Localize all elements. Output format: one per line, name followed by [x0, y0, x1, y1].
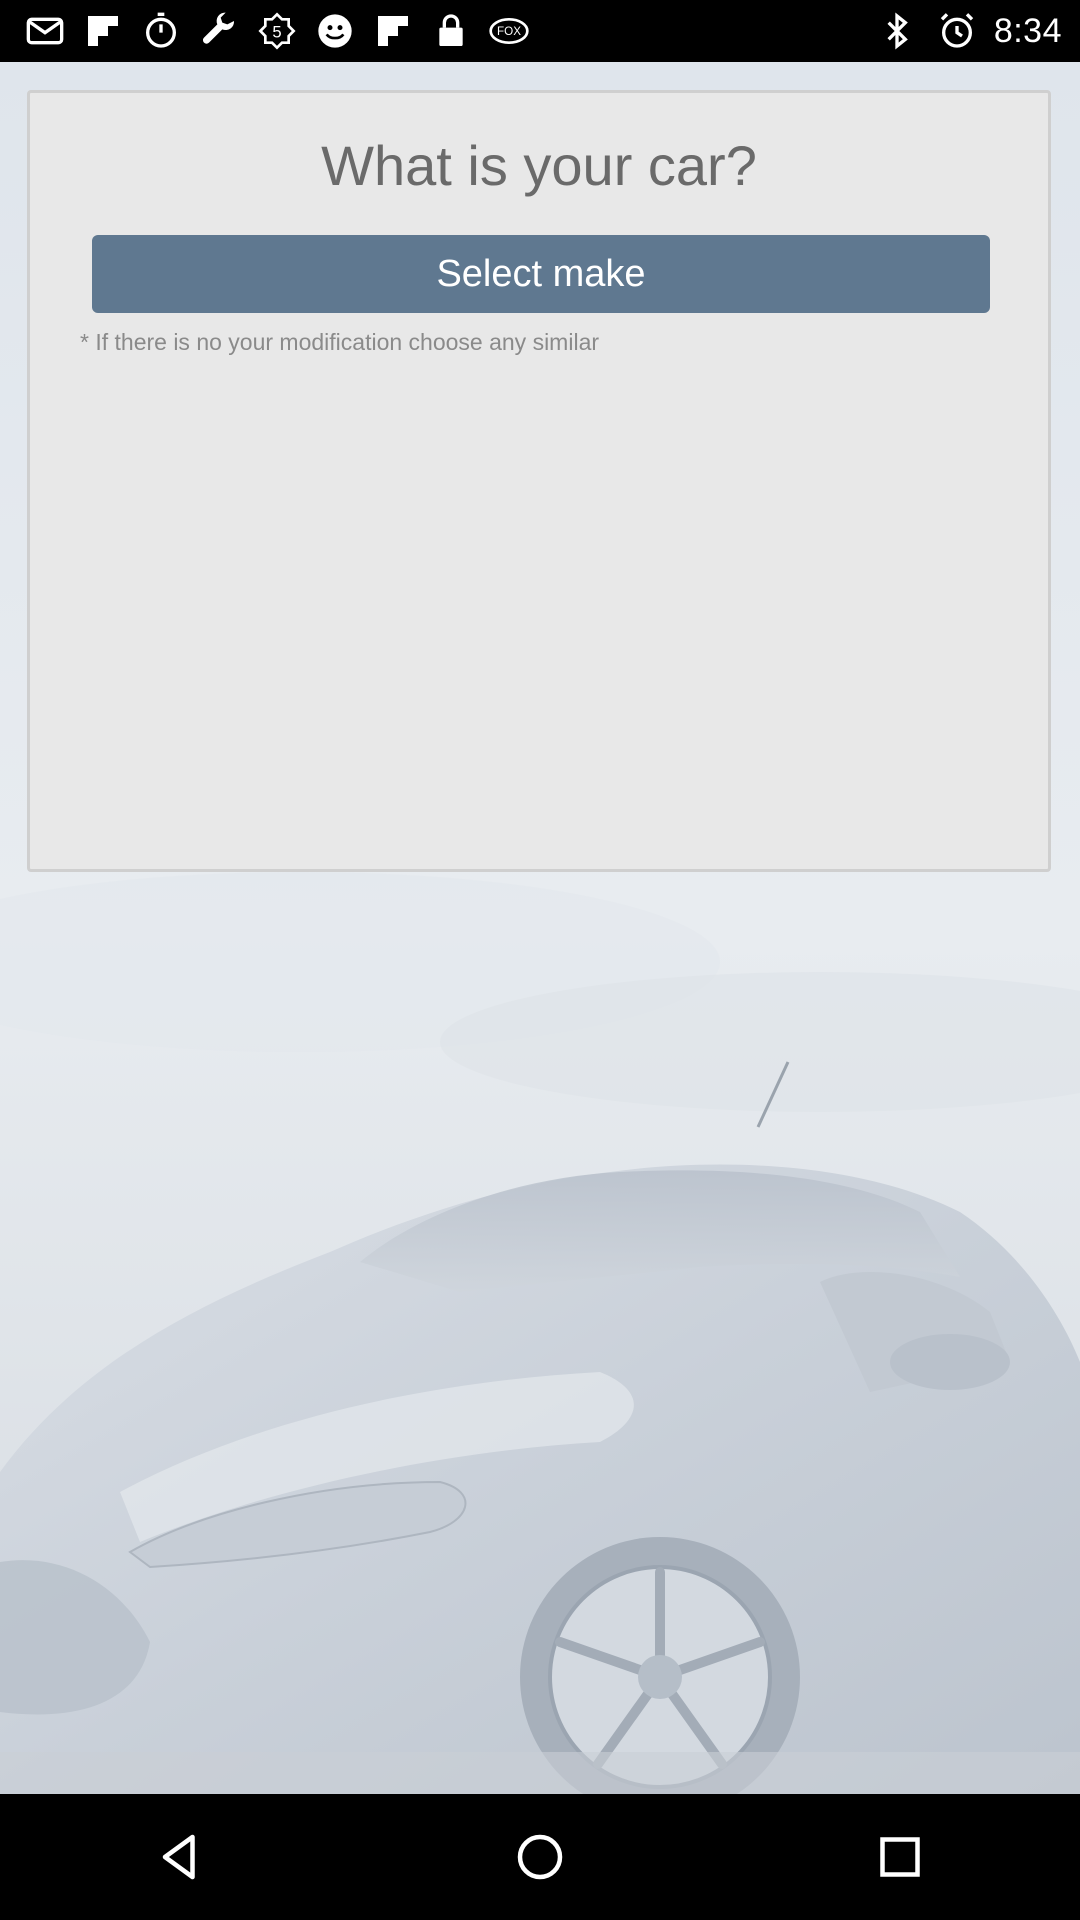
fox-sports-icon: FOX [486, 8, 532, 54]
stopwatch-icon [138, 8, 184, 54]
system-status: 8:34 [874, 8, 1080, 54]
car-selection-card: What is your car? Select make * If there… [27, 90, 1051, 872]
modification-hint: * If there is no your modification choos… [80, 329, 600, 355]
back-button[interactable] [135, 1812, 225, 1902]
wrench-icon [196, 8, 242, 54]
fifth-icon: 5 [254, 8, 300, 54]
recents-button[interactable] [855, 1812, 945, 1902]
notification-icons: 5 FOX [0, 8, 532, 54]
clock: 8:34 [993, 11, 1062, 50]
page-title: What is your car? [321, 134, 757, 197]
recents-icon [880, 1837, 920, 1877]
home-button[interactable] [495, 1812, 585, 1902]
flipboard-icon [80, 8, 126, 54]
status-bar: 5 FOX 8:34 [0, 0, 1080, 62]
select-make-button[interactable]: Select make [92, 235, 990, 313]
lock-icon [428, 8, 474, 54]
home-icon [517, 1834, 563, 1880]
navigation-bar [0, 1794, 1080, 1920]
svg-text:5: 5 [272, 23, 281, 42]
mail-icon [22, 8, 68, 54]
svg-text:FOX: FOX [497, 25, 521, 38]
alarm-icon [934, 8, 980, 54]
flipboard-icon [370, 8, 416, 54]
back-icon [162, 1834, 195, 1880]
smiley-icon [312, 8, 358, 54]
bluetooth-icon [874, 8, 920, 54]
